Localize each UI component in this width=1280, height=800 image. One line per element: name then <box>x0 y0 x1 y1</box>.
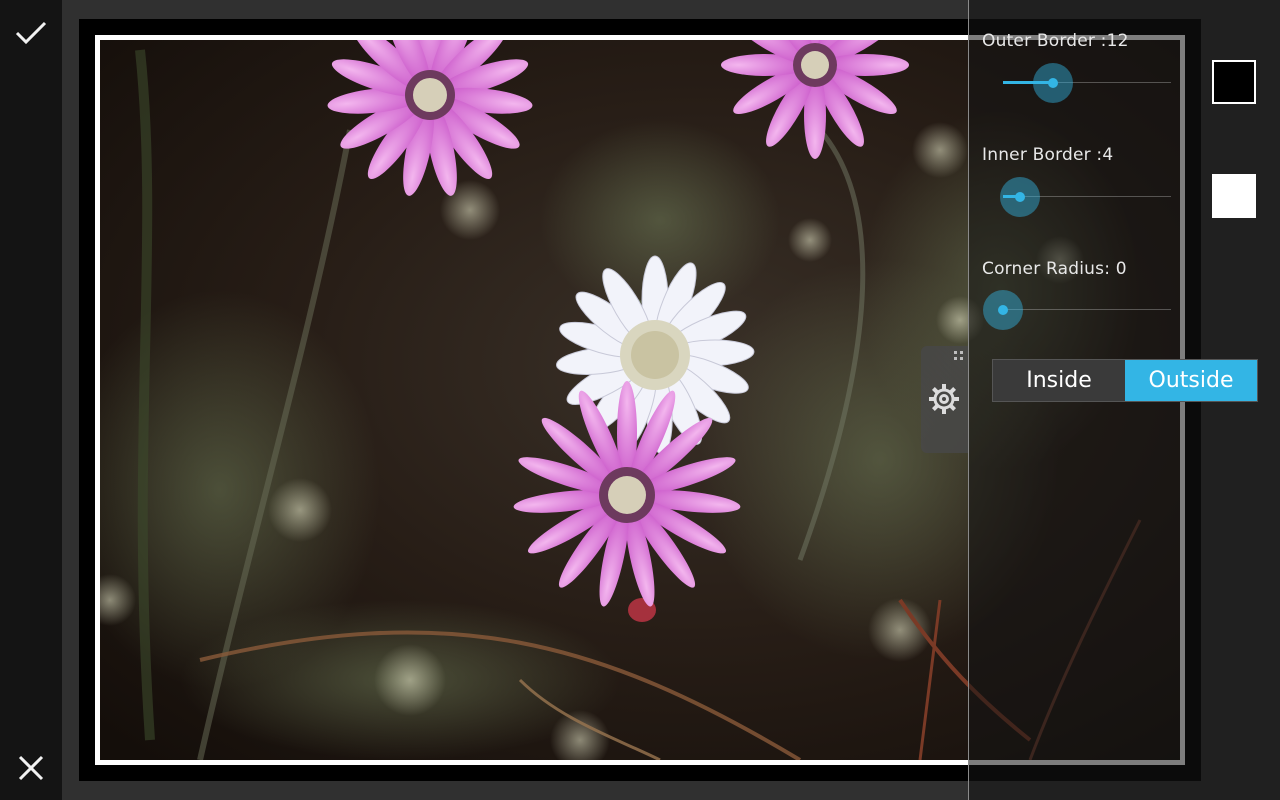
checkmark-icon <box>15 21 47 45</box>
border-settings-panel: Outer Border :12 Inner Border :4 Corner … <box>968 0 1280 800</box>
border-position-toggle: Inside Outside <box>992 359 1258 402</box>
slider-track <box>1003 309 1171 310</box>
border-editor-screen: Outer Border :12 Inner Border :4 Corner … <box>0 0 1280 800</box>
inner-border-slider[interactable] <box>999 177 1171 217</box>
gear-icon <box>929 384 959 414</box>
slider-thumb[interactable] <box>983 290 1023 330</box>
corner-radius-slider[interactable] <box>983 290 1171 330</box>
corner-radius-label: Corner Radius: 0 <box>982 259 1127 279</box>
inner-border-label: Inner Border :4 <box>982 145 1114 165</box>
outer-border-slider[interactable] <box>1003 63 1171 103</box>
cancel-button[interactable] <box>8 745 54 791</box>
close-icon <box>18 755 44 781</box>
settings-drawer-handle[interactable] <box>921 346 968 453</box>
outside-toggle-button[interactable]: Outside <box>1125 360 1257 401</box>
slider-thumb[interactable] <box>999 177 1040 217</box>
inner-border-color-swatch[interactable] <box>1212 174 1256 218</box>
inside-toggle-button[interactable]: Inside <box>993 360 1125 401</box>
drag-grip-icon <box>954 351 963 360</box>
outer-border-label: Outer Border :12 <box>982 31 1129 51</box>
action-sidebar <box>0 0 62 800</box>
confirm-button[interactable] <box>8 10 54 56</box>
slider-thumb[interactable] <box>1033 63 1074 103</box>
outer-border-color-swatch[interactable] <box>1212 60 1256 104</box>
